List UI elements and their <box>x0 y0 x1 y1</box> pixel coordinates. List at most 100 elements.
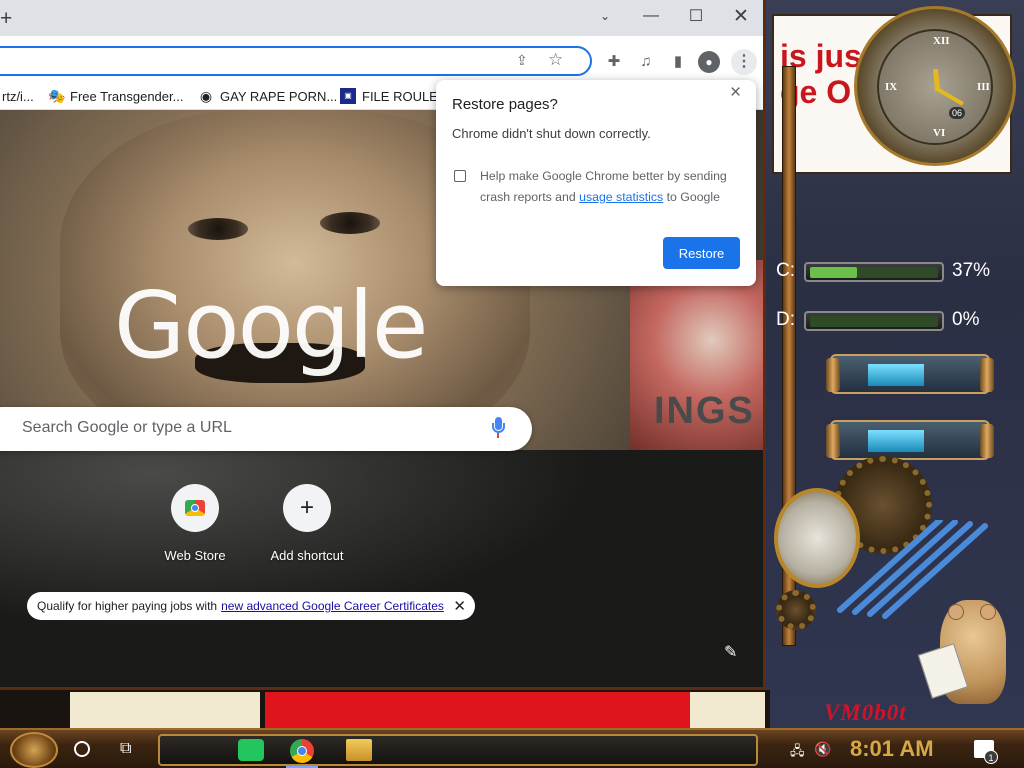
bookmark-label: FILE ROULE <box>362 88 438 104</box>
sticky-notes-icon[interactable] <box>238 739 264 761</box>
address-bar[interactable]: ⇪ ☆ <box>0 46 592 76</box>
chrome-icon-center <box>297 746 307 756</box>
close-icon[interactable]: × <box>730 82 741 104</box>
meter-tube <box>826 354 994 394</box>
shortcut-add[interactable]: + Add shortcut <box>251 484 363 574</box>
drive-usage-bar <box>804 262 944 282</box>
bookmark-item[interactable]: ▣ FILE ROULE <box>340 87 438 105</box>
tube-cap <box>826 358 840 392</box>
network-icon[interactable]: 🖧 <box>790 742 805 764</box>
extensions-icon[interactable]: ✚ <box>602 50 626 74</box>
mft-icon: ▣ <box>340 88 356 104</box>
bookmark-item[interactable]: rtz/i... <box>2 87 34 105</box>
restore-button[interactable]: Restore <box>663 237 740 269</box>
background-eye <box>320 212 380 234</box>
start-button[interactable] <box>10 732 58 768</box>
clock-numeral: III <box>977 81 990 93</box>
drive-bar-track <box>810 316 938 327</box>
volume-muted-icon[interactable]: 🔇 <box>814 741 831 758</box>
usage-statistics-link[interactable]: usage statistics <box>579 190 663 204</box>
promo-link[interactable]: new advanced Google Career Certificates <box>221 599 444 613</box>
new-tab-button[interactable]: + <box>0 8 20 30</box>
media-control-icon[interactable]: ♫ <box>634 50 658 74</box>
clock-numeral: VI <box>933 127 946 139</box>
web-store-icon <box>185 500 205 516</box>
search-placeholder: Search Google or type a URL <box>22 419 232 436</box>
close-window-button[interactable]: ✕ <box>718 0 763 32</box>
bookmark-label: rtz/i... <box>2 88 34 104</box>
hamster-ear <box>980 604 996 620</box>
gear-icon <box>776 590 816 630</box>
wallpaper-panel <box>70 692 260 728</box>
clock-numeral: XII <box>933 35 950 47</box>
meter-tube <box>826 420 994 460</box>
task-view-icon[interactable]: ⧉ <box>120 740 131 758</box>
masks-icon: 🎭 <box>48 88 66 104</box>
clock-time[interactable]: 8:01 AM <box>850 736 934 762</box>
chrome-menu-icon[interactable]: ⋮ <box>731 49 757 75</box>
tube-cap <box>980 358 994 392</box>
search-circle-icon[interactable] <box>74 741 90 757</box>
steampunk-clock-widget[interactable]: XII III VI IX 06 <box>854 6 1016 166</box>
background-sign-text: INGS <box>654 390 755 432</box>
drive-meter-c[interactable]: C: 37% <box>776 256 996 290</box>
crash-report-checkbox[interactable] <box>454 170 466 182</box>
bookmark-item[interactable]: ◉ GAY RAPE PORN... <box>198 87 337 105</box>
system-tray: 🖧 🔇 8:01 AM 1 <box>764 732 1024 768</box>
hamster-ear <box>948 604 964 620</box>
share-icon[interactable]: ⇪ <box>516 52 528 69</box>
mic-stem <box>497 433 499 438</box>
minimize-button[interactable]: — <box>628 0 674 32</box>
side-panel-icon[interactable]: ▮ <box>666 50 690 74</box>
clock-minute-hand <box>936 87 964 106</box>
ntp-search-box[interactable]: ⌕ Search Google or type a URL <box>0 407 532 451</box>
mic-arc <box>492 423 505 433</box>
microphone-icon[interactable] <box>492 417 505 441</box>
promo-text: Qualify for higher paying jobs with <box>37 599 218 613</box>
shortcut-web-store[interactable]: Web Store <box>139 484 251 574</box>
tube-cap <box>980 424 994 458</box>
clock-face: XII III VI IX 06 <box>877 29 993 145</box>
bookmark-star-icon[interactable]: ☆ <box>548 50 563 70</box>
tube-fill <box>868 364 924 386</box>
brand-logo: VM0b0t <box>824 700 907 725</box>
help-text-after: to Google <box>666 190 720 204</box>
background-crowd <box>0 450 763 687</box>
background-eye <box>188 218 248 240</box>
chrome-icon[interactable] <box>290 739 314 763</box>
tab-strip: + ⌄ — ☐ ✕ <box>0 0 763 36</box>
shortcut-label: Web Store <box>164 548 226 563</box>
file-explorer-icon[interactable] <box>346 739 372 761</box>
drive-letter: D: <box>776 309 795 330</box>
dialog-message: Chrome didn't shut down correctly. <box>452 126 651 141</box>
notification-badge: 1 <box>984 750 998 764</box>
dialog-title: Restore pages? <box>452 96 558 113</box>
restore-pages-dialog: Restore pages? × Chrome didn't shut down… <box>436 80 756 286</box>
close-icon[interactable]: ✕ <box>453 597 466 615</box>
tube-cap <box>826 424 840 458</box>
profile-avatar-icon[interactable]: ● <box>698 51 720 73</box>
dialog-help-text: Help make Google Chrome better by sendin… <box>480 166 742 208</box>
bookmark-label: GAY RAPE PORN... <box>220 88 338 104</box>
tube-fill <box>868 430 924 452</box>
promo-chip: Qualify for higher paying jobs with new … <box>27 592 475 620</box>
browser-toolbar: ⇪ ☆ ✚ ♫ ▮ ● ⋮ <box>0 36 763 82</box>
clock-date: 06 <box>949 107 966 119</box>
plus-icon: + <box>283 484 331 532</box>
drive-meter-d[interactable]: D: 0% <box>776 305 996 339</box>
shortcut-label: Add shortcut <box>270 548 344 563</box>
customize-pencil-icon[interactable]: ✎ <box>724 642 737 662</box>
google-logo: Google <box>114 272 428 379</box>
wallpaper-panel <box>690 692 765 728</box>
drive-usage-bar <box>804 311 944 331</box>
taskbar: ⧉ 🖧 🔇 8:01 AM 1 <box>0 728 1024 768</box>
tab-search-button[interactable]: ⌄ <box>582 0 628 32</box>
drive-percent: 0% <box>952 309 980 330</box>
shortcut-tile <box>171 484 219 532</box>
maximize-button[interactable]: ☐ <box>673 0 719 32</box>
clock-numeral: IX <box>885 81 898 93</box>
drive-letter: C: <box>776 260 795 281</box>
chrome-window: + ⌄ — ☐ ✕ ⇪ ☆ ✚ ♫ ▮ ● ⋮ rtz/i... 🎭 Free … <box>0 0 766 690</box>
bookmark-item[interactable]: 🎭 Free Transgender... <box>48 87 183 105</box>
bookmark-label: Free Transgender... <box>70 88 184 104</box>
